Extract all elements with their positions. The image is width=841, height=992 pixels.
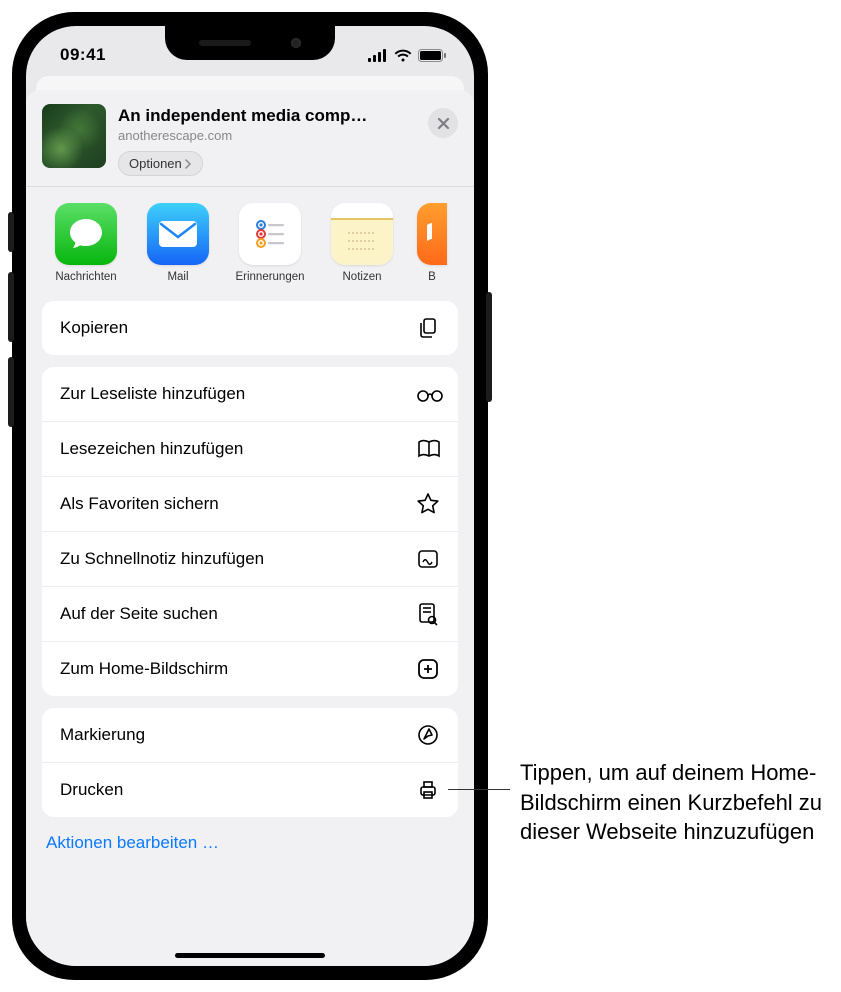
app-label: Notizen xyxy=(343,271,382,283)
action-add-to-homescreen[interactable]: Zum Home-Bildschirm xyxy=(42,641,458,696)
page-thumbnail xyxy=(42,104,106,168)
action-label: Kopieren xyxy=(60,318,128,338)
copy-icon xyxy=(416,316,440,340)
wifi-icon xyxy=(394,49,412,62)
share-app-messages[interactable]: Nachrichten xyxy=(44,203,128,283)
share-apps-row[interactable]: Nachrichten Mail xyxy=(26,187,474,301)
callout-text: Tippen, um auf deinem Home-Bildschirm ei… xyxy=(520,758,830,847)
action-group: Zur Leseliste hinzufügen Lesezeichen hin… xyxy=(42,367,458,696)
actions-list[interactable]: Kopieren Zur Leseliste hinzufügen xyxy=(26,301,474,966)
options-button[interactable]: Optionen xyxy=(118,151,203,176)
battery-icon xyxy=(418,49,446,62)
action-bookmark[interactable]: Lesezeichen hinzufügen xyxy=(42,421,458,476)
action-copy[interactable]: Kopieren xyxy=(42,301,458,355)
reminders-icon xyxy=(239,203,301,265)
action-label: Markierung xyxy=(60,725,145,745)
close-icon xyxy=(437,117,450,130)
action-label: Zum Home-Bildschirm xyxy=(60,659,228,679)
star-icon xyxy=(416,492,440,516)
action-group: Markierung Drucken xyxy=(42,708,458,817)
cellular-icon xyxy=(368,49,388,62)
edit-actions-link[interactable]: Aktionen bearbeiten … xyxy=(42,829,458,853)
action-group: Kopieren xyxy=(42,301,458,355)
notes-icon xyxy=(331,203,393,265)
edit-actions-label: Aktionen bearbeiten … xyxy=(46,833,219,852)
share-app-books[interactable]: B xyxy=(412,203,452,283)
markup-icon xyxy=(416,723,440,747)
action-label: Drucken xyxy=(60,780,123,800)
app-label: B xyxy=(428,271,436,283)
mail-icon xyxy=(147,203,209,265)
books-icon xyxy=(417,203,447,265)
power-button xyxy=(486,292,492,402)
action-label: Lesezeichen hinzufügen xyxy=(60,439,243,459)
action-find-on-page[interactable]: Auf der Seite suchen xyxy=(42,586,458,641)
share-header: An independent media comp… anotherescape… xyxy=(26,90,474,186)
app-label: Mail xyxy=(167,271,188,283)
home-indicator[interactable] xyxy=(175,953,325,958)
screen: 09:41 An independent media comp… another… xyxy=(26,26,474,966)
action-favorite[interactable]: Als Favoriten sichern xyxy=(42,476,458,531)
chevron-right-icon xyxy=(184,159,192,169)
callout-line xyxy=(448,789,510,790)
close-button[interactable] xyxy=(428,108,458,138)
action-print[interactable]: Drucken xyxy=(42,762,458,817)
action-label: Auf der Seite suchen xyxy=(60,604,218,624)
plus-square-icon xyxy=(416,657,440,681)
app-label: Nachrichten xyxy=(55,271,116,283)
action-quicknote[interactable]: Zu Schnellnotiz hinzufügen xyxy=(42,531,458,586)
quicknote-icon xyxy=(416,547,440,571)
action-label: Zur Leseliste hinzufügen xyxy=(60,384,245,404)
doc-search-icon xyxy=(416,602,440,626)
iphone-frame: 09:41 An independent media comp… another… xyxy=(12,12,488,980)
options-label: Optionen xyxy=(129,156,182,171)
share-app-mail[interactable]: Mail xyxy=(136,203,220,283)
book-icon xyxy=(416,437,440,461)
share-title: An independent media comp… xyxy=(118,106,416,126)
share-app-notes[interactable]: Notizen xyxy=(320,203,404,283)
share-sheet: An independent media comp… anotherescape… xyxy=(26,90,474,966)
app-label: Erinnerungen xyxy=(235,271,304,283)
volume-up xyxy=(8,272,14,342)
print-icon xyxy=(416,778,440,802)
glasses-icon xyxy=(416,382,440,406)
messages-icon xyxy=(55,203,117,265)
share-subtitle: anotherescape.com xyxy=(118,128,416,143)
action-reading-list[interactable]: Zur Leseliste hinzufügen xyxy=(42,367,458,421)
action-markup[interactable]: Markierung xyxy=(42,708,458,762)
action-label: Als Favoriten sichern xyxy=(60,494,219,514)
volume-down xyxy=(8,357,14,427)
status-time: 09:41 xyxy=(60,45,106,65)
mute-switch xyxy=(8,212,14,252)
notch xyxy=(165,26,335,60)
action-label: Zu Schnellnotiz hinzufügen xyxy=(60,549,264,569)
share-app-reminders[interactable]: Erinnerungen xyxy=(228,203,312,283)
